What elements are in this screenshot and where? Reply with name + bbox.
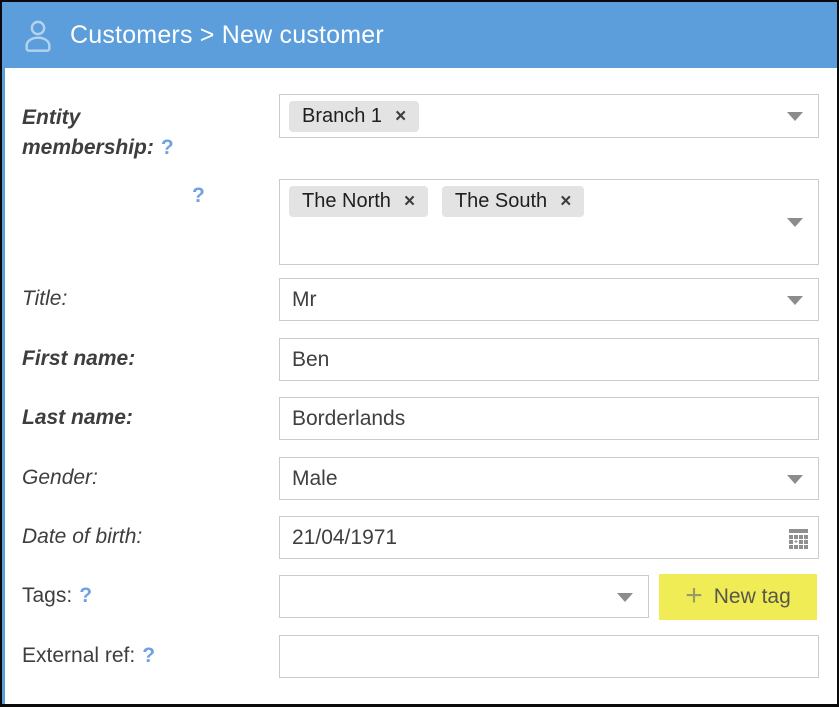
row-entity-membership-2: ? The North × The South ×: [22, 179, 819, 265]
title-selected-value: Mr: [292, 288, 317, 312]
entity-membership-2-help-icon[interactable]: ?: [192, 184, 205, 207]
external-ref-label-text: External ref:: [22, 644, 135, 667]
row-entity-membership: Entity membership:? Branch 1 ×: [22, 94, 819, 138]
date-of-birth-label: Date of birth:: [22, 516, 279, 549]
selected-tag: The South ×: [442, 186, 584, 217]
gender-label: Gender:: [22, 457, 279, 490]
title-label: Title:: [22, 278, 279, 311]
external-ref-field[interactable]: [279, 635, 819, 678]
row-last-name: Last name:: [22, 397, 819, 440]
breadcrumb: Customers > New customer: [70, 21, 384, 50]
first-name-field[interactable]: [279, 338, 819, 381]
form-area: Entity membership:? Branch 1 × ?: [2, 68, 837, 707]
last-name-label: Last name:: [22, 397, 279, 430]
row-external-ref: External ref:?: [22, 635, 819, 678]
remove-tag-icon[interactable]: ×: [404, 192, 415, 211]
chevron-down-icon[interactable]: [617, 593, 633, 602]
chevron-down-icon[interactable]: [787, 475, 803, 484]
customer-icon: [22, 17, 54, 55]
chevron-down-icon[interactable]: [787, 112, 803, 121]
tag-label: Branch 1: [302, 105, 382, 128]
new-tag-button-label: New tag: [714, 585, 791, 609]
gender-selected-value: Male: [292, 467, 338, 491]
entity-membership-label-text: Entity membership:: [22, 106, 154, 159]
selected-tag: Branch 1 ×: [289, 101, 419, 132]
external-ref-help-icon[interactable]: ?: [142, 644, 155, 667]
entity-membership-2-multiselect[interactable]: The North × The South ×: [279, 179, 819, 265]
chevron-down-icon[interactable]: [787, 296, 803, 305]
entity-membership-multiselect[interactable]: Branch 1 ×: [279, 94, 819, 138]
new-tag-button[interactable]: + New tag: [659, 574, 817, 620]
tags-label: Tags:?: [22, 575, 279, 608]
tags-select[interactable]: [279, 575, 649, 618]
date-of-birth-value: 21/04/1971: [292, 526, 397, 550]
row-title: Title: Mr: [22, 278, 819, 321]
plus-icon: +: [685, 581, 703, 611]
row-date-of-birth: Date of birth: 21/04/1971: [22, 516, 819, 559]
remove-tag-icon[interactable]: ×: [395, 107, 406, 126]
tag-label: The South: [455, 190, 547, 213]
entity-membership-label: Entity membership:?: [22, 94, 279, 163]
entity-membership-2-label: ?: [22, 179, 279, 208]
gender-select[interactable]: Male: [279, 457, 819, 500]
remove-tag-icon[interactable]: ×: [560, 192, 571, 211]
calendar-icon[interactable]: [785, 525, 811, 551]
tag-label: The North: [302, 190, 391, 213]
row-gender: Gender: Male: [22, 457, 819, 500]
entity-membership-help-icon[interactable]: ?: [161, 136, 174, 159]
date-of-birth-field[interactable]: 21/04/1971: [279, 516, 819, 559]
row-first-name: First name:: [22, 338, 819, 381]
first-name-label: First name:: [22, 338, 279, 371]
header-bar: Customers > New customer: [2, 2, 837, 68]
tags-label-text: Tags:: [22, 584, 72, 607]
row-tags: Tags:? + New tag: [22, 575, 819, 620]
tags-help-icon[interactable]: ?: [79, 584, 92, 607]
title-select[interactable]: Mr: [279, 278, 819, 321]
selected-tag: The North ×: [289, 186, 428, 217]
chevron-down-icon[interactable]: [787, 218, 803, 227]
external-ref-label: External ref:?: [22, 635, 279, 668]
new-customer-window: Customers > New customer Entity membersh…: [0, 0, 839, 707]
last-name-field[interactable]: [279, 397, 819, 440]
